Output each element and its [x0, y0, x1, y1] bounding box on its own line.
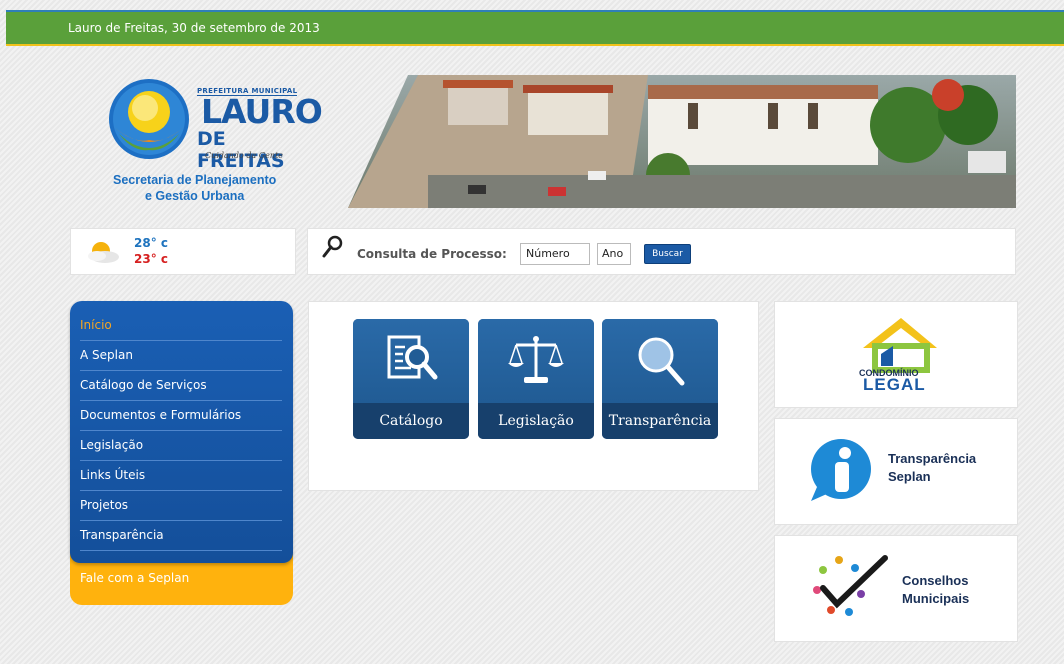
logo-de-freitas: DE FREITAS [197, 128, 285, 172]
info-icon [811, 439, 871, 501]
logo-lauro: LAURO [201, 92, 323, 131]
condominio-line2: LEGAL [863, 375, 926, 394]
top-bar: Lauro de Freitas, 30 de setembro de 2013 [6, 10, 1064, 46]
tile-catalogo[interactable]: Catálogo [353, 319, 469, 439]
weather-sun-icon [88, 242, 119, 263]
logo-tagline: Cuidando da Gente [205, 151, 284, 160]
site-logo[interactable]: PREFEITURA MUNICIPAL LAURO DE FREITAS Cu… [105, 78, 323, 208]
scales-icon [508, 336, 564, 383]
sidebar-item-links-uteis[interactable]: Links Úteis [80, 461, 282, 491]
process-search-label: Consulta de Processo: [357, 247, 507, 261]
tile-legislacao-label: Legislação [478, 403, 594, 439]
process-number-input[interactable]: Número [520, 243, 590, 265]
conselhos-line2: Municipais [902, 591, 970, 606]
city-banner-image [348, 75, 1016, 208]
transparencia-seplan-line1: Transparência [888, 451, 977, 466]
temp-low: 23° c [134, 252, 168, 266]
sidebar-item-catalogo-servicos[interactable]: Catálogo de Serviços [80, 371, 282, 401]
tile-transparencia-label: Transparência [602, 403, 718, 439]
secretaria-line2: e Gestão Urbana [145, 189, 245, 203]
conselhos-line1: Conselhos [902, 573, 969, 588]
conselhos-people-icon [813, 555, 888, 616]
secretaria-line1: Secretaria de Planejamento [113, 173, 277, 187]
sidebar-item-documentos[interactable]: Documentos e Formulários [80, 401, 282, 431]
document-search-icon [387, 335, 438, 380]
contact-seplan-link[interactable]: Fale com a Seplan [80, 571, 189, 585]
search-button[interactable]: Buscar [644, 244, 691, 264]
weather-widget: 28° c 23° c [70, 228, 296, 275]
sidebar-item-projetos[interactable]: Projetos [80, 491, 282, 521]
process-year-input[interactable]: Ano [597, 243, 631, 265]
sidebar-item-inicio[interactable]: Início [80, 311, 282, 341]
quick-access-panel: Catálogo Legislação Transparência [308, 301, 759, 491]
date-line: Lauro de Freitas, 30 de setembro de 2013 [68, 21, 320, 35]
transparencia-seplan-line2: Seplan [888, 469, 931, 484]
conselhos-municipais-banner[interactable]: Conselhos Municipais [774, 535, 1018, 642]
condominio-legal-banner[interactable]: CONDOMÍNIO LEGAL [774, 301, 1018, 408]
process-search-bar: Consulta de Processo: Número Ano Buscar [307, 228, 1016, 275]
tile-legislacao[interactable]: Legislação [478, 319, 594, 439]
logo-emblem-icon [109, 79, 189, 159]
temp-high: 28° c [134, 236, 168, 250]
magnifier-icon [638, 337, 685, 386]
sidebar-menu: Início A Seplan Catálogo de Serviços Doc… [70, 301, 293, 605]
tile-catalogo-label: Catálogo [353, 403, 469, 439]
transparencia-seplan-banner[interactable]: Transparência Seplan [774, 418, 1018, 525]
sidebar-item-transparencia[interactable]: Transparência [80, 521, 282, 551]
tile-transparencia[interactable]: Transparência [602, 319, 718, 439]
sidebar-item-a-seplan[interactable]: A Seplan [80, 341, 282, 371]
search-icon [322, 235, 343, 258]
sidebar-item-legislacao[interactable]: Legislação [80, 431, 282, 461]
